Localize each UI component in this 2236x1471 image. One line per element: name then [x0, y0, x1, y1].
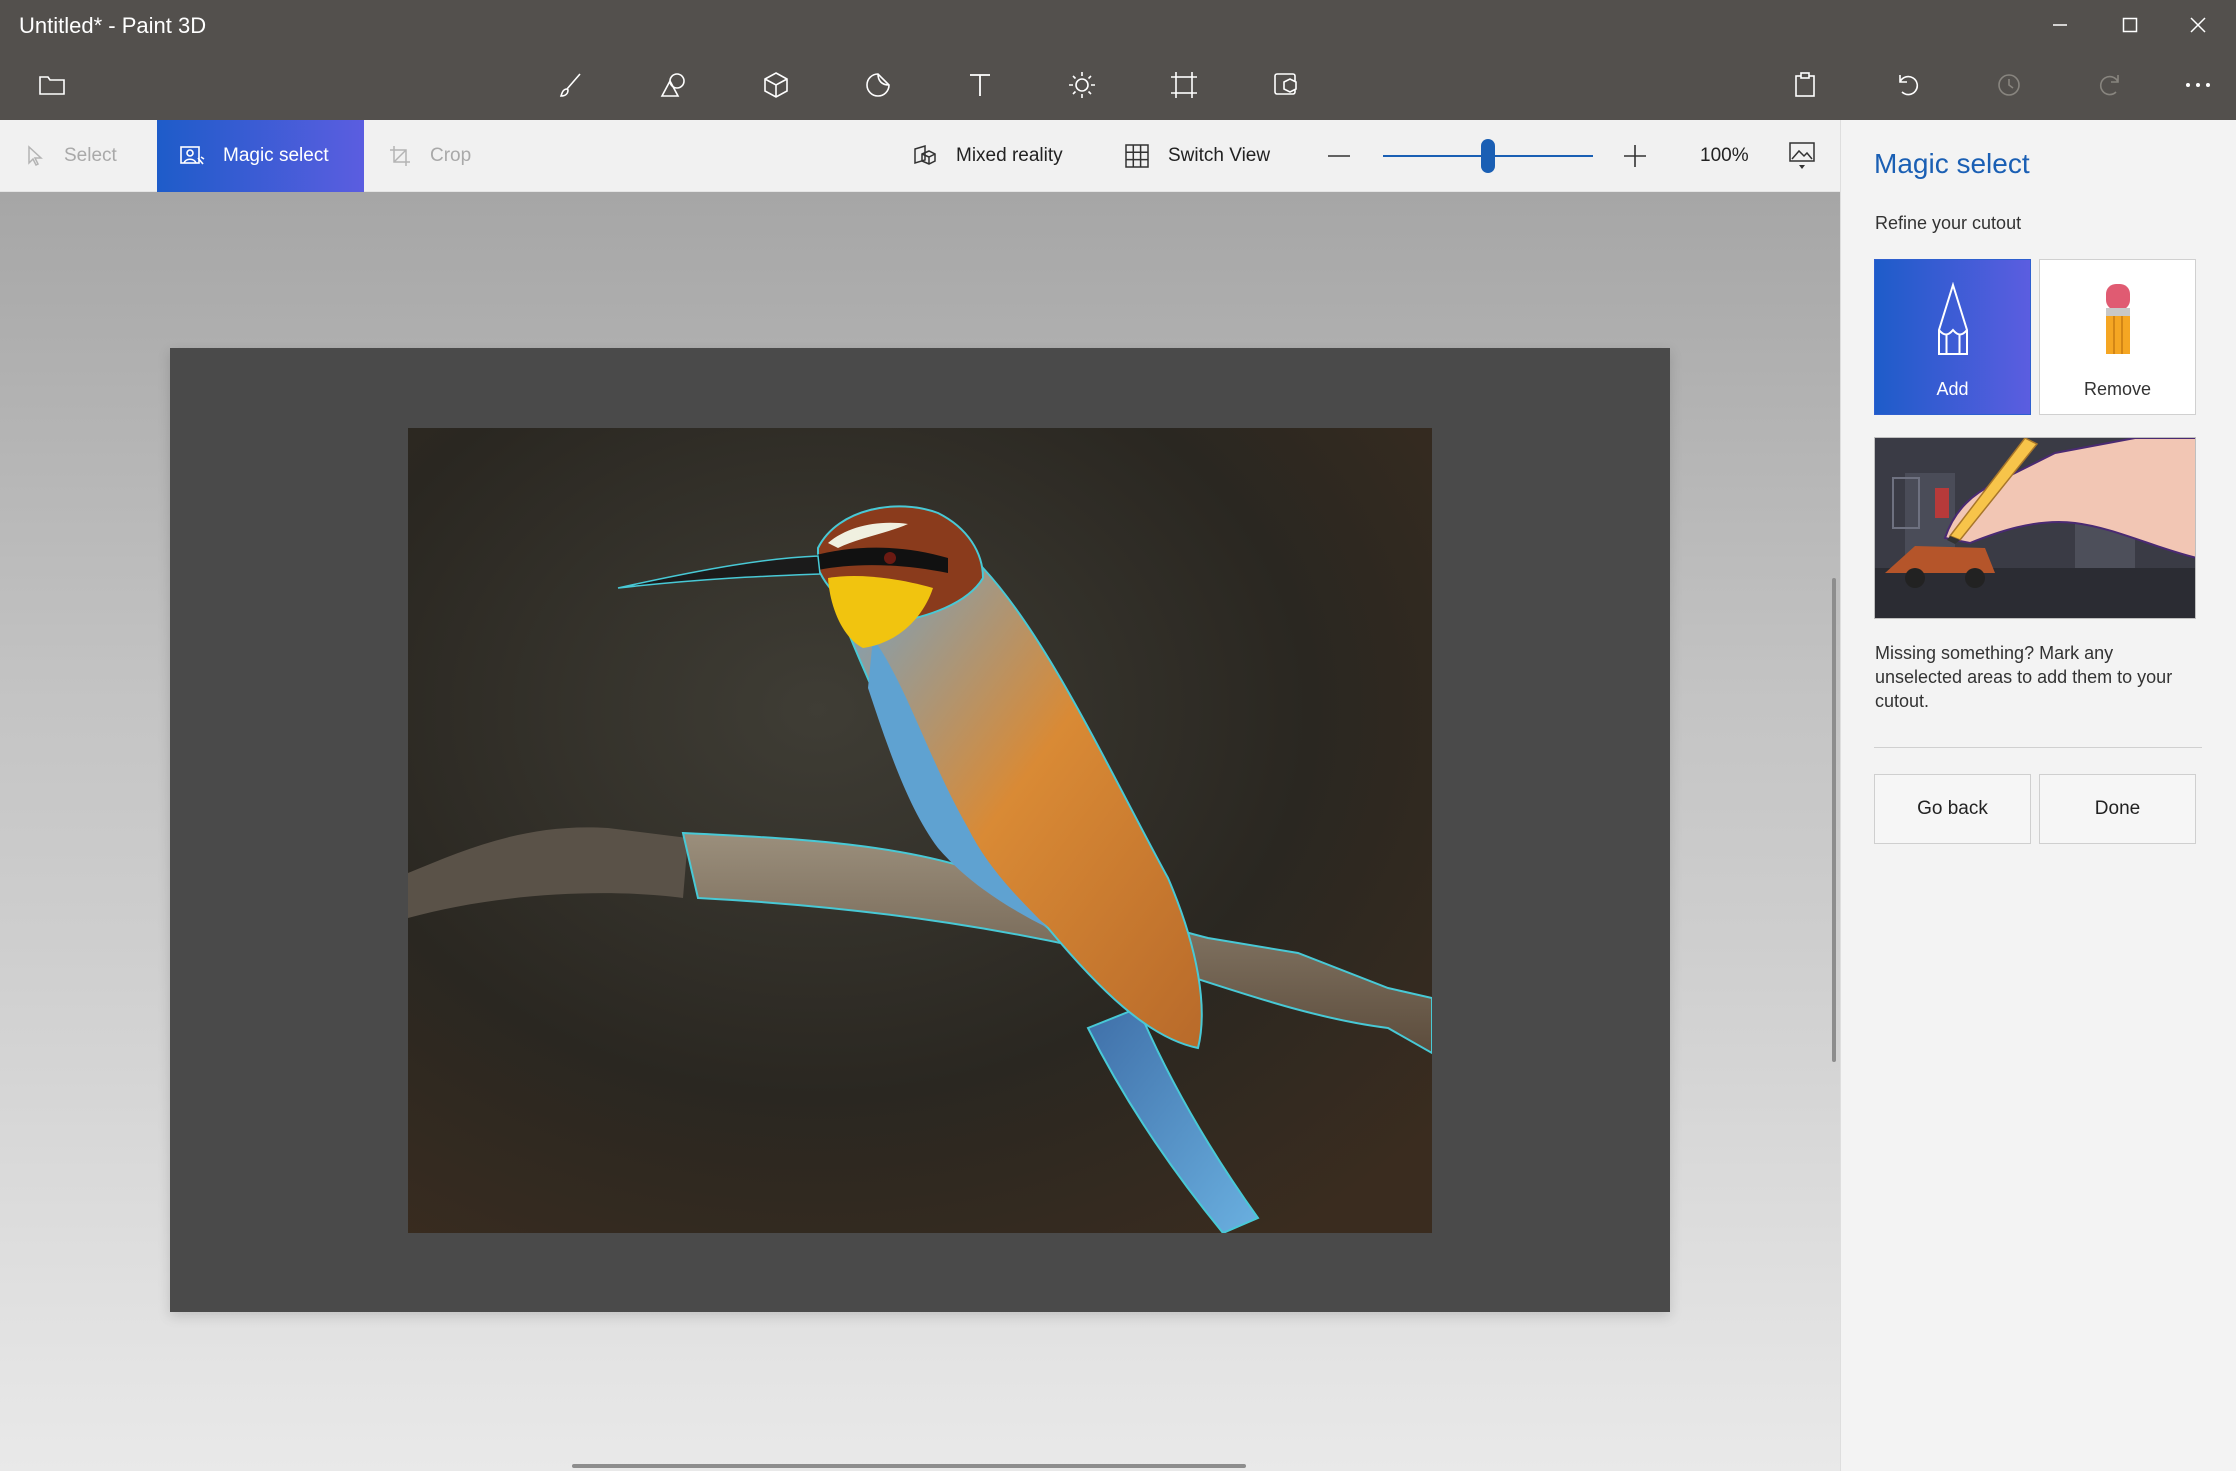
- switch-view-label: Switch View: [1168, 145, 1271, 166]
- bird-on-branch-image: [408, 428, 1432, 1233]
- text-icon: [970, 74, 990, 96]
- panel-subtitle: Refine your cutout: [1875, 213, 2022, 233]
- paste-icon: [1795, 72, 1815, 97]
- minimize-button[interactable]: [2026, 0, 2094, 50]
- crop-icon: [390, 146, 410, 166]
- brushes-icon: [559, 73, 581, 97]
- done-label: Done: [2094, 798, 2141, 819]
- canvas-icon: [1171, 72, 1197, 98]
- zoom-slider-thumb[interactable]: [1481, 139, 1495, 173]
- stickers-tool[interactable]: [848, 60, 908, 110]
- pencil-add-icon: [1937, 282, 1968, 355]
- maximize-button[interactable]: [2096, 0, 2164, 50]
- crop-label: Crop: [430, 145, 472, 166]
- select-cursor-icon: [28, 145, 43, 167]
- eraser-remove-icon: [2105, 284, 2130, 354]
- zoom-level-text: 100%: [1700, 145, 1749, 166]
- effects-icon: [1069, 72, 1095, 98]
- remove-button[interactable]: Remove: [2039, 259, 2196, 415]
- select-button[interactable]: Select: [0, 120, 157, 192]
- paste-button[interactable]: [1775, 60, 1835, 110]
- zoom-out-icon: [1328, 155, 1350, 157]
- 3d-library-tool[interactable]: [1256, 60, 1316, 110]
- more-button[interactable]: [2168, 60, 2228, 110]
- history-icon: [1998, 74, 2020, 96]
- stickers-icon: [866, 73, 890, 97]
- view-options-button[interactable]: [1788, 120, 1816, 192]
- zoom-level: 100%: [1700, 120, 1749, 192]
- canvas-tool[interactable]: [1154, 60, 1214, 110]
- minimize-icon: [2053, 24, 2067, 26]
- magic-select-panel: Magic select Refine your cutout Add Remo…: [1840, 120, 2236, 1471]
- close-icon: [2190, 17, 2206, 33]
- remove-label: Remove: [2083, 379, 2152, 399]
- zoom-in-icon: [1624, 145, 1646, 167]
- select-label: Select: [64, 145, 117, 166]
- panel-divider: [1874, 747, 2202, 748]
- brushes-tool[interactable]: [541, 60, 601, 110]
- 3d-library-icon: [1274, 73, 1297, 95]
- redo-icon: [2099, 75, 2119, 96]
- panel-help-text: Missing something? Mark any unselected a…: [1875, 643, 2173, 711]
- magic-select-icon: [180, 146, 205, 165]
- magic-select-button[interactable]: Magic select: [157, 120, 364, 192]
- title-bar: Untitled* - Paint 3D: [0, 0, 2236, 50]
- hand-drawing-illustration: [1875, 438, 2195, 618]
- folder-icon: [39, 76, 65, 95]
- main-toolbar: [0, 50, 2236, 120]
- effects-tool[interactable]: [1052, 60, 1112, 110]
- undo-button[interactable]: [1877, 60, 1937, 110]
- add-button[interactable]: Add: [1874, 259, 2031, 415]
- add-label: Add: [1936, 379, 1969, 399]
- window-title: Untitled* - Paint 3D: [19, 13, 207, 38]
- vertical-scrollbar[interactable]: [1832, 578, 1836, 1062]
- tutorial-illustration: [1874, 437, 2196, 619]
- undo-icon: [1899, 75, 1919, 96]
- close-button[interactable]: [2164, 0, 2232, 50]
- photo-bee-eater[interactable]: [408, 428, 1432, 1233]
- done-button[interactable]: Done: [2039, 774, 2196, 844]
- go-back-label: Go back: [1917, 798, 1988, 819]
- sub-toolbar: Select Magic select Crop Mixed reality S…: [0, 120, 1840, 192]
- grid-icon: [1125, 144, 1149, 168]
- 3d-shapes-icon: [764, 72, 788, 98]
- go-back-button[interactable]: Go back: [1874, 774, 2031, 844]
- zoom-out-button[interactable]: [1326, 120, 1352, 192]
- mixed-reality-label: Mixed reality: [956, 145, 1063, 166]
- menu-button[interactable]: [22, 60, 82, 110]
- zoom-in-button[interactable]: [1622, 120, 1648, 192]
- mixed-reality-button[interactable]: Mixed reality: [912, 120, 1063, 192]
- text-tool[interactable]: [950, 60, 1010, 110]
- switch-view-button[interactable]: Switch View: [1124, 120, 1270, 192]
- 3d-shapes-tool[interactable]: [746, 60, 806, 110]
- magic-select-label: Magic select: [223, 145, 329, 166]
- picture-icon: [1789, 142, 1815, 169]
- redo-button[interactable]: [2081, 60, 2141, 110]
- history-button[interactable]: [1979, 60, 2039, 110]
- horizontal-scrollbar[interactable]: [572, 1464, 1246, 1468]
- 2d-shapes-tool[interactable]: [644, 60, 704, 110]
- 2d-shapes-icon: [660, 73, 685, 97]
- mixed-reality-icon: [914, 144, 936, 165]
- crop-button[interactable]: Crop: [364, 120, 504, 192]
- panel-title: Magic select: [1874, 148, 2030, 179]
- zoom-slider[interactable]: [1383, 139, 1593, 173]
- maximize-icon: [2122, 17, 2138, 33]
- more-icon: [2186, 83, 2210, 87]
